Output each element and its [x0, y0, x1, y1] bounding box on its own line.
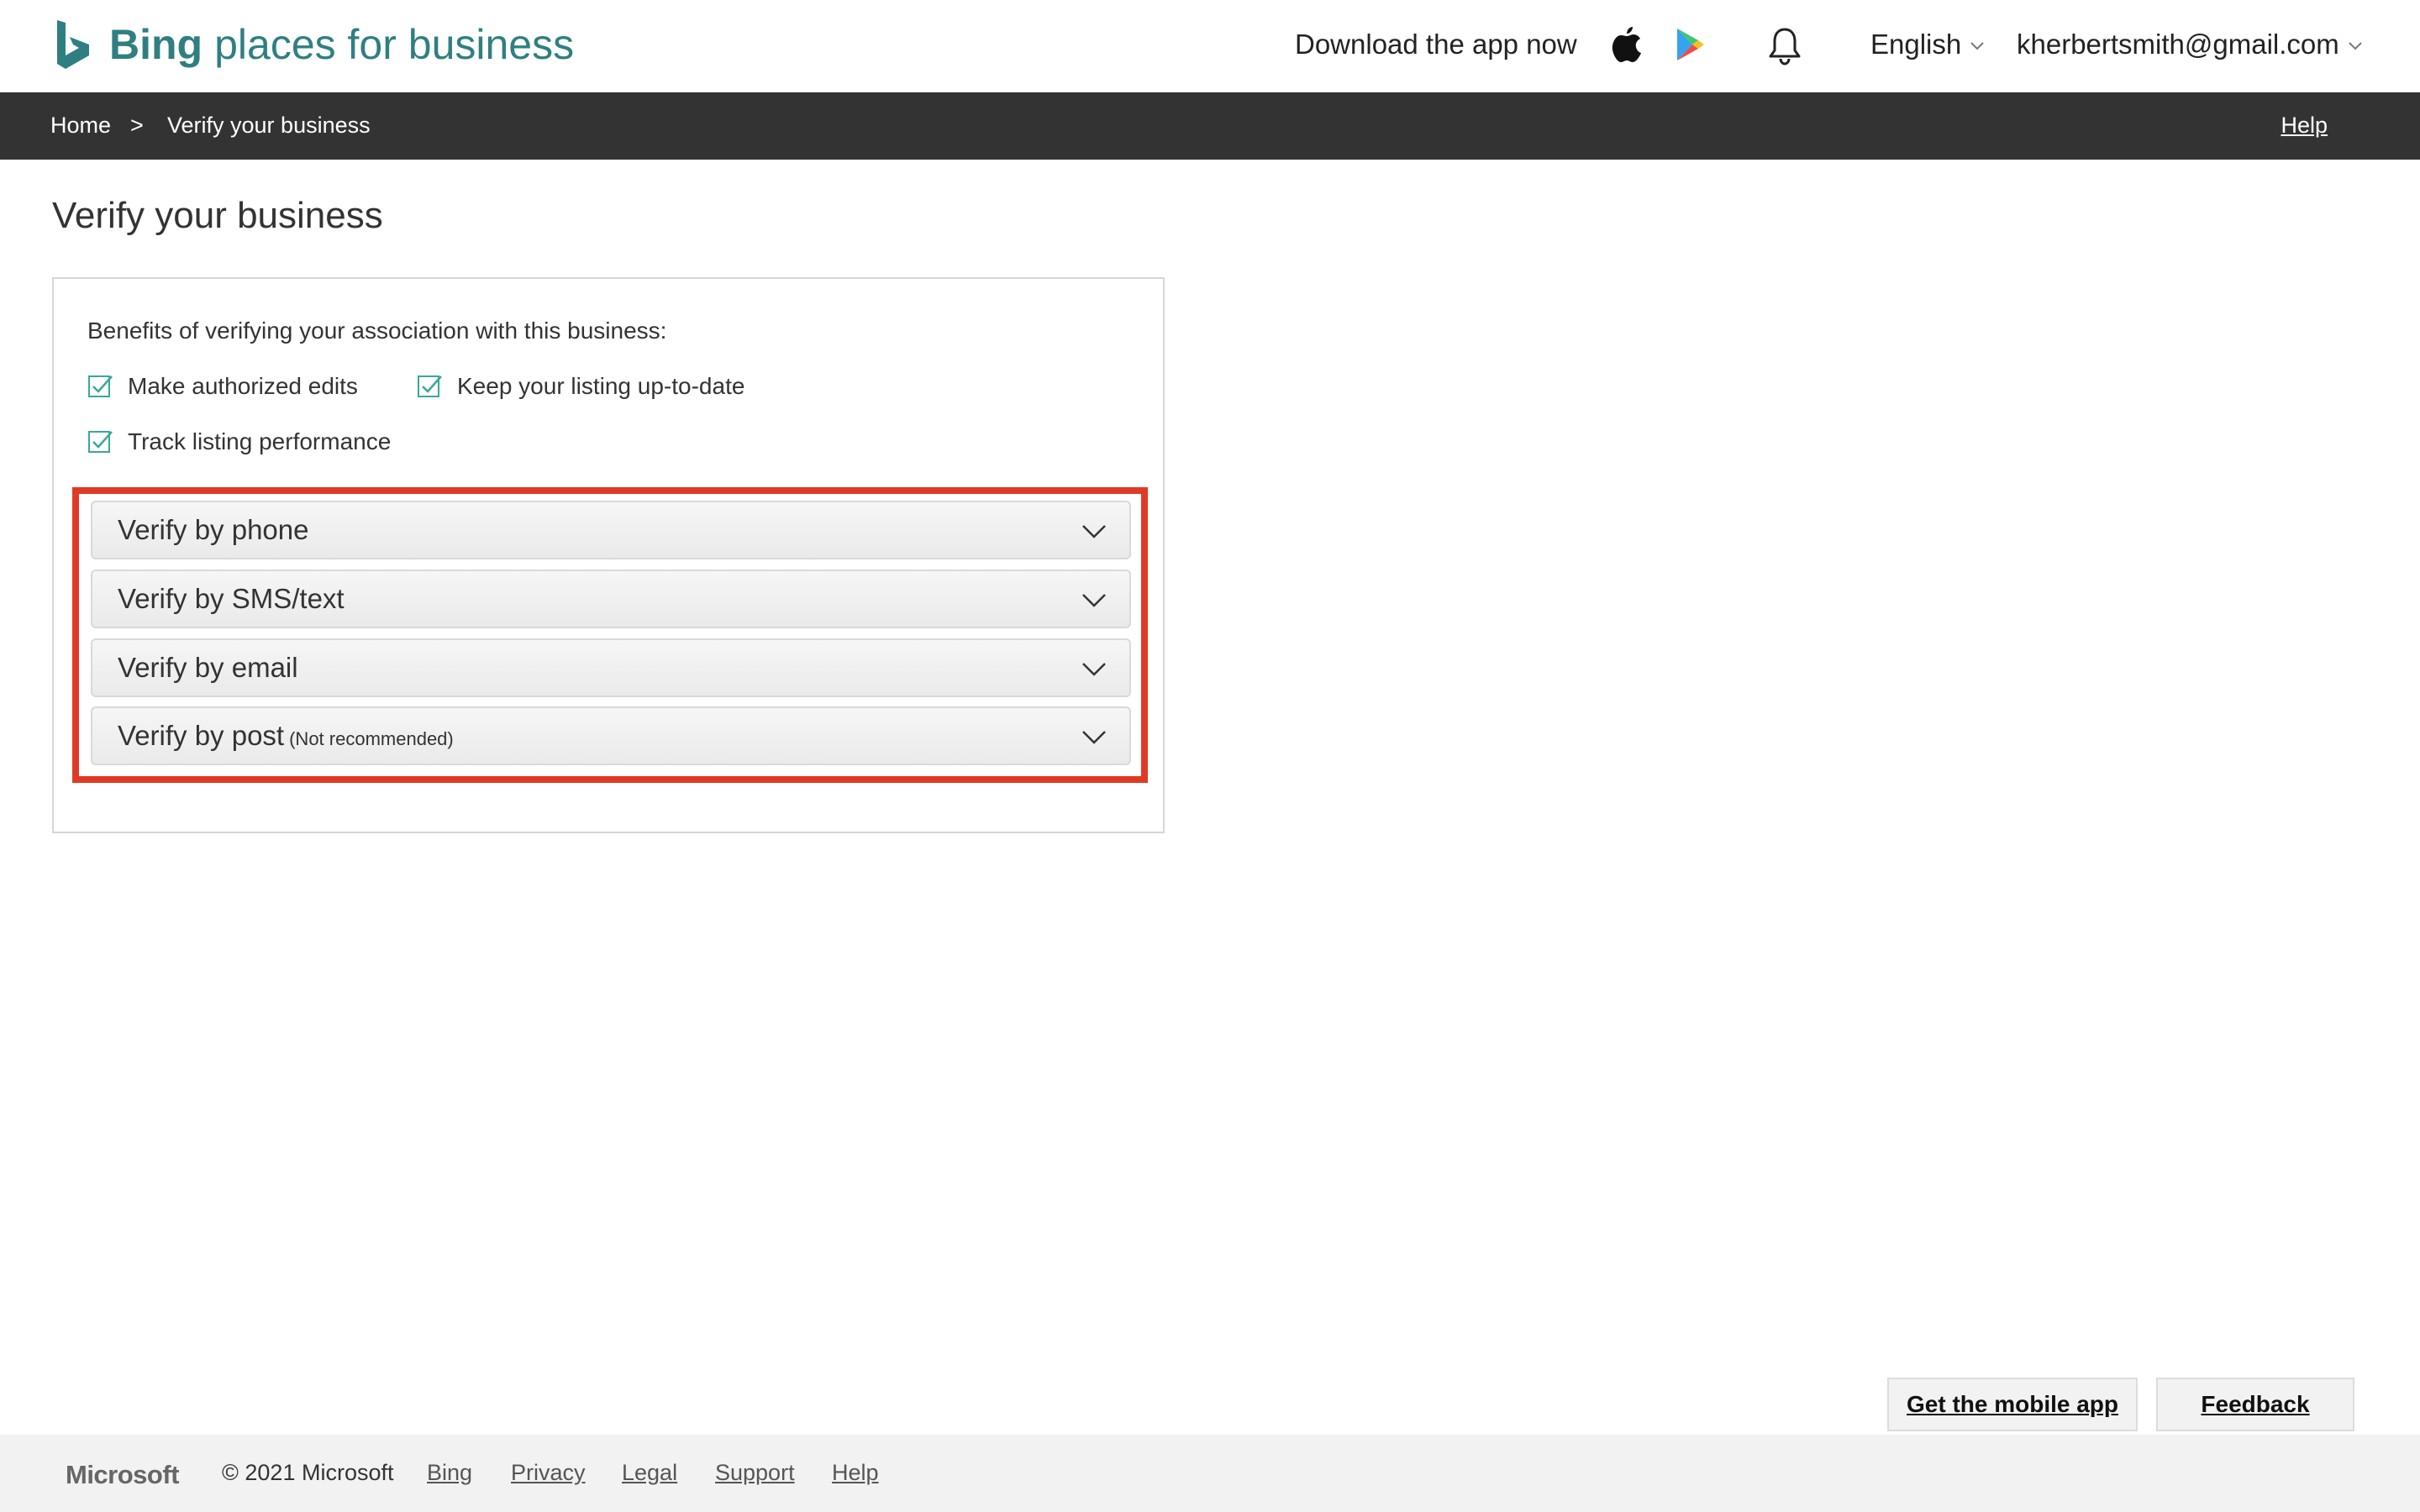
feedback-button[interactable]: Feedback — [2156, 1378, 2354, 1431]
get-mobile-app-button[interactable]: Get the mobile app — [1887, 1378, 2138, 1431]
option-label-wrap: Verify by post (Not recommended) — [118, 720, 454, 752]
verify-options-highlight: Verify by phone Verify by SMS/text Verif… — [72, 487, 1148, 783]
benefit-item: Track listing performance — [87, 428, 391, 455]
option-label: Verify by phone — [118, 514, 309, 545]
breadcrumb-current: Verify your business — [167, 113, 371, 138]
microsoft-logo: Microsoft — [66, 1460, 180, 1489]
benefit-label: Make authorized edits — [128, 373, 358, 399]
breadcrumb-separator: > — [130, 113, 144, 138]
brand-bing-text: Bing — [109, 21, 203, 68]
chevron-down-icon — [2349, 42, 2362, 50]
chevron-down-icon — [1082, 731, 1106, 744]
option-note: (Not recommended) — [289, 728, 454, 749]
chevron-down-icon — [1082, 525, 1106, 538]
check-box-icon — [418, 375, 442, 397]
download-app-text: Download the app now — [1295, 29, 1577, 60]
benefit-label: Track listing performance — [128, 428, 392, 454]
language-selector[interactable]: English — [1870, 29, 1985, 60]
footer-link-privacy[interactable]: Privacy — [511, 1460, 586, 1486]
account-menu[interactable]: kherbertsmith@gmail.com — [2017, 29, 2363, 60]
page-footer: Microsoft © 2021 Microsoft Bing Privacy … — [0, 1435, 2420, 1512]
benefits-heading: Benefits of verifying your association w… — [87, 318, 667, 344]
option-label: Verify by email — [118, 652, 298, 683]
help-link[interactable]: Help — [2281, 113, 2328, 139]
verify-by-email-option[interactable]: Verify by email — [91, 638, 1131, 697]
option-label: Verify by SMS/text — [118, 583, 345, 614]
verify-by-phone-option[interactable]: Verify by phone — [91, 501, 1131, 559]
brand-subtitle-text: places for business — [214, 21, 575, 68]
breadcrumb-home-link[interactable]: Home — [50, 113, 111, 139]
page-title: Verify your business — [52, 195, 383, 236]
top-header: Bing places for business Download the ap… — [0, 0, 2420, 92]
language-label: English — [1870, 29, 1962, 60]
chevron-down-icon — [1082, 663, 1106, 676]
apple-icon[interactable] — [1610, 24, 1644, 64]
footer-link-help[interactable]: Help — [832, 1460, 879, 1486]
chevron-down-icon — [1082, 594, 1106, 607]
footer-link-support[interactable]: Support — [715, 1460, 795, 1486]
benefit-item: Make authorized edits — [87, 373, 358, 400]
chevron-down-icon — [1970, 42, 1984, 50]
bing-logo-icon — [57, 20, 89, 69]
user-email: kherbertsmith@gmail.com — [2017, 29, 2339, 60]
google-play-icon[interactable] — [1674, 27, 1706, 62]
option-label: Verify by post — [118, 720, 285, 751]
copyright-text: © 2021 Microsoft — [222, 1460, 394, 1485]
verify-by-sms-option[interactable]: Verify by SMS/text — [91, 570, 1131, 628]
benefit-item: Keep your listing up-to-date — [417, 373, 744, 400]
notification-bell-icon[interactable] — [1766, 25, 1803, 66]
check-box-icon — [88, 375, 113, 397]
check-box-icon — [88, 431, 113, 453]
page: Bing places for business Download the ap… — [0, 0, 2420, 1512]
footer-link-legal[interactable]: Legal — [622, 1460, 677, 1486]
benefit-label: Keep your listing up-to-date — [457, 373, 745, 399]
verify-by-post-option[interactable]: Verify by post (Not recommended) — [91, 706, 1131, 765]
breadcrumb: Home > Verify your business Help — [0, 92, 2420, 160]
brand-logo-link[interactable]: Bing places for business — [54, 15, 574, 74]
verify-card: Benefits of verifying your association w… — [52, 277, 1165, 833]
footer-link-bing[interactable]: Bing — [427, 1460, 472, 1486]
